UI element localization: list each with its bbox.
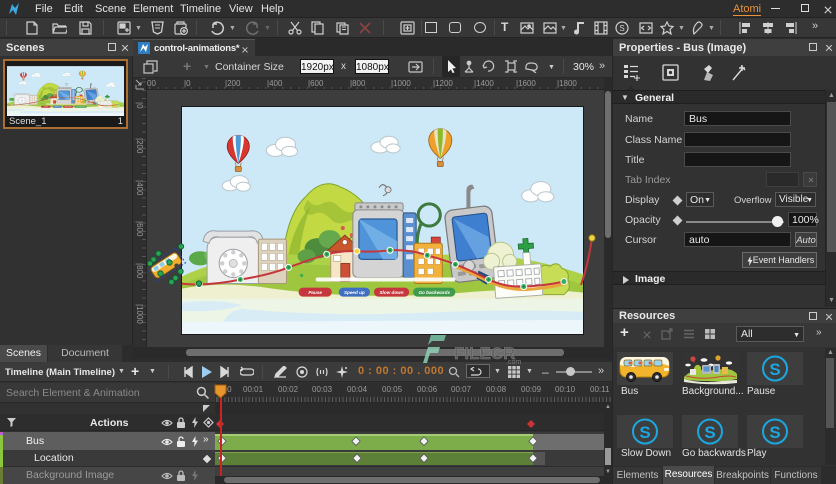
svg-text:.com: .com [506, 359, 521, 365]
svg-text:S: S [619, 24, 624, 33]
